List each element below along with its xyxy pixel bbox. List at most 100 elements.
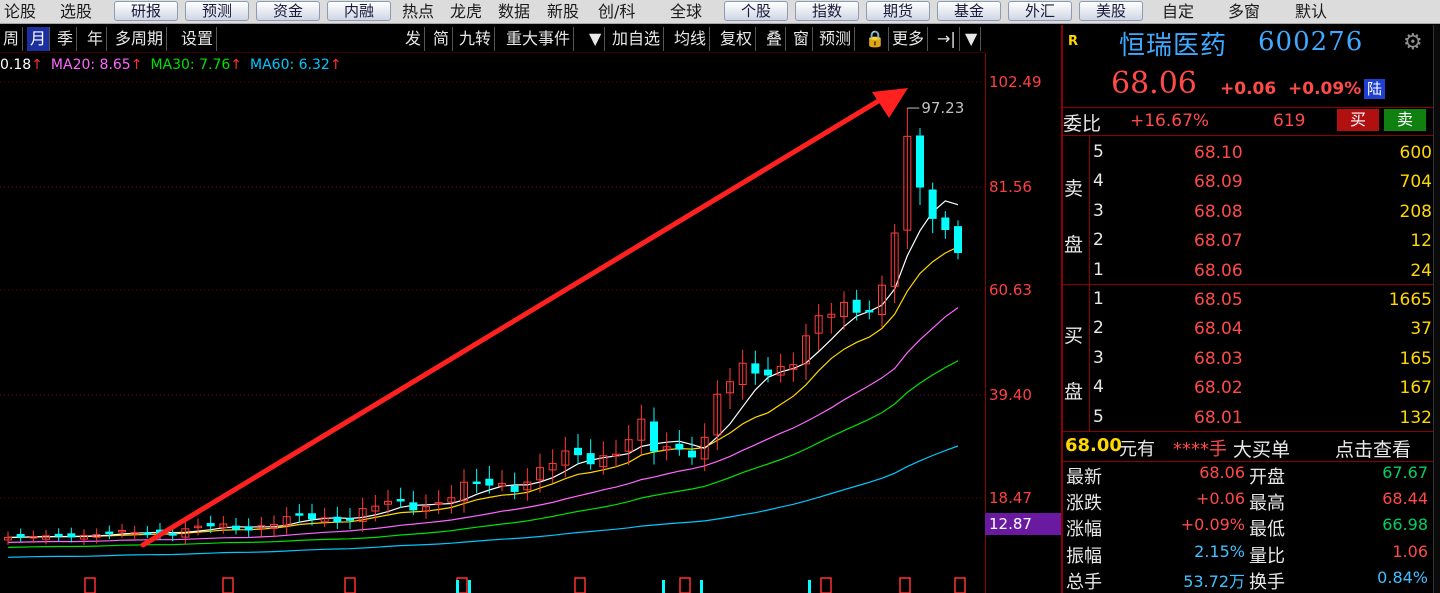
candle-down (675, 443, 684, 450)
price-change-pct: +0.09% (1288, 79, 1362, 99)
candle-down (928, 189, 937, 219)
order-price: 68.01 (1194, 407, 1243, 428)
volume-bar (468, 580, 471, 593)
volume-bar (679, 577, 691, 593)
stat-value: +0.06 (1195, 489, 1245, 509)
ma-line (7, 307, 959, 543)
tool-button-4[interactable]: ▼ (586, 27, 606, 51)
stat-value: 67.67 (1382, 463, 1428, 482)
nav-item-18[interactable]: 自定 (1162, 0, 1194, 24)
stock-name[interactable]: 恒瑞医药 (1119, 25, 1227, 62)
bids-row[interactable]: 2 68.04 37 (1063, 318, 1435, 344)
sell-button[interactable]: 卖 (1384, 109, 1426, 131)
nav-item-19[interactable]: 多窗 (1228, 0, 1260, 24)
asks-row[interactable]: 3 68.08 208 (1063, 201, 1435, 227)
candle-down (396, 498, 405, 502)
stat-label: 振幅 (1066, 545, 1102, 567)
tool-button-1[interactable]: 简 (430, 27, 454, 51)
order-price: 68.08 (1194, 201, 1243, 222)
candle-down (510, 485, 519, 492)
period-tab-5[interactable]: 设置 (178, 27, 218, 51)
settings-gear-icon[interactable]: ⚙ (1403, 30, 1423, 55)
bids-row[interactable]: 4 68.02 167 (1063, 377, 1435, 403)
up-arrow-icon: ↑ (130, 57, 143, 73)
bigorder-unit: 元有 (1119, 439, 1155, 460)
candle-down (865, 309, 874, 313)
order-volume: 12 (1410, 231, 1432, 252)
bigorder-hand: ****手 (1173, 439, 1227, 460)
tool-button-11[interactable]: 🔒 (862, 27, 889, 51)
stat-value: 0.84% (1377, 567, 1428, 587)
bids-row[interactable]: 3 68.03 165 (1063, 348, 1435, 374)
level: 4 (1093, 171, 1104, 192)
order-volume: 1665 (1388, 290, 1432, 310)
candle-down (206, 523, 215, 527)
period-tab-3[interactable]: 年 (84, 27, 108, 51)
order-price: 68.04 (1194, 319, 1243, 340)
up-arrow-icon: ↑ (230, 57, 242, 73)
asks-row[interactable]: 2 68.07 12 (1063, 230, 1435, 256)
candle-down (764, 369, 772, 376)
tool-button-8[interactable]: 叠 (763, 27, 787, 51)
period-tab-2[interactable]: 季 (54, 27, 78, 51)
asks-row[interactable]: 5 68.10 600 (1063, 142, 1435, 168)
divider (1063, 284, 1435, 285)
stat-label: 涨跌 (1066, 493, 1102, 515)
ma-line (7, 360, 959, 548)
tool-button-14[interactable]: ▼ (962, 27, 982, 51)
asks-row[interactable]: 4 68.09 704 (1063, 171, 1435, 197)
ma-legend-text: MA30: 7.76 (150, 57, 231, 73)
tool-button-3[interactable]: 重大事件 (503, 27, 575, 51)
asks-row[interactable]: 1 68.06 24 (1063, 260, 1435, 286)
nav-item-16[interactable]: 外汇 (1008, 1, 1072, 21)
volume-bar (954, 577, 966, 593)
tool-button-0[interactable]: 发 (402, 27, 426, 51)
candle-down (688, 450, 696, 458)
trend-arrow-line (140, 97, 883, 548)
period-tab-1[interactable]: 月 (27, 27, 51, 51)
ma-legend-item: MA60: 6.32↑ (250, 57, 342, 73)
divider (1063, 107, 1435, 108)
order-price: 68.09 (1194, 172, 1243, 193)
bids-row[interactable]: 1 68.05 1665 (1063, 289, 1435, 315)
tool-button-10[interactable]: 预测 (816, 27, 856, 51)
tool-button-6[interactable]: 均线 (671, 27, 711, 51)
level: 2 (1093, 318, 1104, 339)
price-tick-label: 60.63 (989, 281, 1032, 299)
candle-down (751, 363, 760, 374)
price-tick-label: 18.47 (989, 489, 1032, 507)
bids-row[interactable]: 5 68.01 132 (1063, 407, 1435, 433)
up-arrow-icon: ↑ (329, 57, 342, 73)
price-axis: 102.49 81.56 60.63 39.40 18.47 (985, 53, 1062, 593)
view-bigorder-link[interactable]: 点击查看 (1335, 435, 1411, 462)
tool-button-9[interactable]: 窗 (790, 27, 814, 51)
tool-button-13[interactable]: →| (934, 27, 960, 51)
candlestick-chart[interactable]: 97.23 (0, 0, 985, 593)
buy-button[interactable]: 买 (1337, 109, 1379, 131)
stat-value: 68.06 (1199, 463, 1245, 482)
candle-down (244, 526, 253, 531)
candle-down (954, 226, 962, 253)
candle-down (409, 502, 418, 511)
ma-legend-text: 0.18 (0, 57, 32, 73)
bigorder-label: 大买单 (1233, 439, 1291, 461)
tool-button-7[interactable]: 复权 (717, 27, 757, 51)
tool-button-2[interactable]: 九转 (456, 27, 496, 51)
stock-code[interactable]: 600276 (1258, 27, 1363, 57)
volume-bar (808, 580, 811, 593)
period-tab-0[interactable]: 周 (0, 27, 24, 51)
stat-label: 最新 (1066, 467, 1102, 488)
ma-legend: 0.18↑ MA20: 8.65↑ MA30: 7.76↑ MA60: 6.32↑ (0, 57, 350, 75)
tool-button-5[interactable]: 加自选 (609, 27, 665, 51)
order-price: 68.10 (1194, 143, 1243, 163)
price-tick-label: 102.49 (989, 73, 1042, 91)
candle-down (333, 516, 342, 523)
nav-item-17[interactable]: 美股 (1079, 1, 1143, 21)
ma-legend-text: MA20: 8.65 (50, 57, 131, 73)
candle-down (916, 135, 924, 188)
period-tab-4[interactable]: 多周期 (112, 27, 168, 51)
volume-bar (222, 577, 234, 593)
order-volume: 37 (1410, 319, 1432, 340)
nav-item-20[interactable]: 默认 (1295, 0, 1327, 24)
tool-button-12[interactable]: 更多 (889, 27, 929, 51)
